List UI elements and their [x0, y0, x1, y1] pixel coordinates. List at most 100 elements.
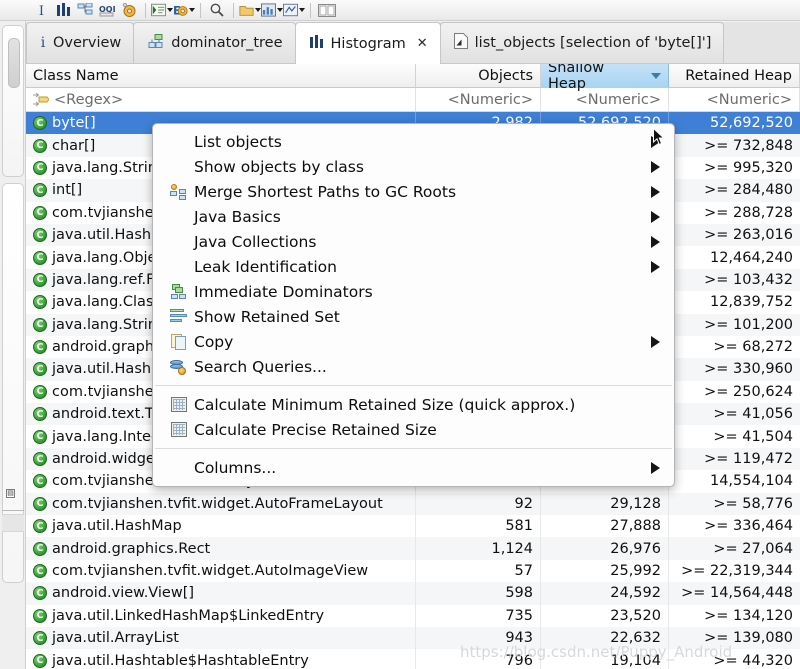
- filter-retained-heap[interactable]: <Numeric>: [669, 88, 800, 111]
- class-icon: C: [33, 384, 47, 399]
- tab-dominator-tree[interactable]: dominator_tree: [133, 22, 296, 63]
- cell-class-name: Cjava.util.LinkedHashMap$LinkedEntry: [26, 604, 416, 627]
- class-name-label: com.tvjianshen.tvfit.widget.AutoImageVie…: [52, 563, 369, 579]
- menu-item-java-collections[interactable]: Java Collections: [153, 229, 674, 254]
- table-row[interactable]: Candroid.graphics.Rect 1,124 26,976 >= 27,0…: [26, 537, 800, 560]
- class-icon: C: [33, 429, 47, 444]
- menu-item-show-objects-by-class[interactable]: Show objects by class: [153, 154, 674, 179]
- cell-retained-heap: 12,464,240: [709, 249, 793, 266]
- column-header-objects[interactable]: Objects: [416, 64, 541, 87]
- editor-tab-bar: i Overview dominator_tree Histogram ✕ li…: [26, 22, 800, 64]
- menu-item-label: Calculate Minimum Retained Size (quick a…: [194, 395, 576, 414]
- rail-strip: [2, 514, 24, 532]
- run-expert-system-icon[interactable]: E: [173, 1, 195, 20]
- menu-item-label: Leak Identification: [194, 257, 337, 276]
- class-icon: C: [33, 205, 47, 220]
- search-icon[interactable]: [206, 1, 228, 20]
- tab-histogram[interactable]: Histogram ✕: [294, 22, 441, 64]
- close-icon[interactable]: ✕: [417, 36, 428, 51]
- toolbar-separator: [233, 2, 234, 18]
- cell-retained-heap: >= 22,319,344: [681, 563, 793, 579]
- menu-separator: [155, 385, 672, 386]
- cell-retained-heap: 12,839,752: [709, 294, 793, 311]
- compare-panes-icon[interactable]: [316, 1, 338, 20]
- dominator-tree-icon[interactable]: [74, 1, 96, 20]
- submenu-arrow-icon: [651, 160, 660, 173]
- menu-item-columns[interactable]: Columns...: [153, 455, 674, 480]
- table-row[interactable]: Cjava.util.HashMap 581 27,888 >= 336,464: [26, 515, 800, 538]
- filter-class-name[interactable]: <Regex>: [26, 88, 416, 111]
- tab-label: Histogram: [330, 35, 406, 52]
- table-row[interactable]: Cjava.util.ArrayList 943 22,632 >= 139,080: [26, 626, 800, 650]
- table-row[interactable]: Candroid.view.View[] 598 24,592 >= 14,564,4…: [26, 582, 800, 605]
- class-name-label: java.util.HashMap: [52, 518, 182, 535]
- open-query-browser-icon[interactable]: [151, 1, 173, 20]
- context-menu[interactable]: List objects Show objects by class Merge S…: [152, 123, 675, 487]
- rail-scroll-handle[interactable]: [8, 38, 20, 88]
- class-name-label: android.graphics.Rect: [52, 540, 211, 557]
- class-name-label: android.view.View[]: [52, 585, 195, 602]
- submenu-arrow-icon: [651, 185, 660, 198]
- class-icon: C: [33, 362, 47, 377]
- menu-item-label: Show objects by class: [194, 157, 364, 176]
- histogram-icon[interactable]: [52, 1, 74, 20]
- cell-retained-heap: >= 68,272: [713, 339, 793, 356]
- menu-item-immediate-dominators[interactable]: Immediate Dominators: [153, 279, 674, 304]
- table-row[interactable]: Cjava.util.LinkedHashMap$LinkedEntry 735 2…: [26, 604, 800, 627]
- export-icon[interactable]: [283, 1, 305, 20]
- menu-item-copy[interactable]: Copy: [153, 329, 674, 354]
- oql-icon[interactable]: OQL: [96, 1, 118, 20]
- submenu-arrow-icon: [651, 235, 660, 248]
- filter-value: <Regex>: [54, 91, 124, 108]
- menu-item-label: Search Queries...: [194, 357, 327, 376]
- menu-item-java-basics[interactable]: Java Basics: [153, 204, 674, 229]
- submenu-arrow-icon: [651, 461, 660, 474]
- menu-item-show-retained-set[interactable]: Show Retained Set: [153, 304, 674, 329]
- immediate-dominators-icon: [169, 283, 188, 300]
- tab-overview[interactable]: i Overview: [26, 22, 135, 63]
- toolbar-group-export: [239, 1, 305, 20]
- cell-objects: 735: [416, 604, 541, 627]
- gear-icon[interactable]: [118, 1, 140, 20]
- chart-icon[interactable]: [261, 1, 283, 20]
- column-header-shallow-heap[interactable]: Shallow Heap: [541, 64, 669, 92]
- chevron-down-icon[interactable]: [299, 8, 305, 12]
- class-name-label: java.lang.String: [52, 159, 167, 176]
- cell-shallow-heap: 24,592: [541, 582, 669, 605]
- cell-class-name: Ccom.tvjianshen.tvfit.widget.AutoImageVi…: [26, 559, 416, 583]
- cell-retained-heap: >= 139,080: [704, 630, 793, 647]
- column-header-retained-heap[interactable]: Retained Heap: [669, 64, 800, 87]
- menu-item-calculate-precise-retained-size[interactable]: Calculate Precise Retained Size: [153, 417, 674, 442]
- column-header-class-name[interactable]: Class Name: [26, 64, 416, 87]
- folder-icon[interactable]: [239, 1, 261, 20]
- cell-class-name: Candroid.view.View[]: [26, 582, 416, 605]
- toolbar-separator: [200, 2, 201, 18]
- class-icon: C: [33, 138, 47, 153]
- cell-retained-heap: >= 44,320: [713, 652, 793, 669]
- menu-item-calculate-minimum-retained-size-quick-approx[interactable]: Calculate Minimum Retained Size (quick a…: [153, 392, 674, 417]
- class-icon: C: [33, 541, 47, 556]
- table-row[interactable]: Ccom.tvjianshen.tvfit.widget.AutoFrameLa…: [26, 492, 800, 516]
- menu-item-list-objects[interactable]: List objects: [153, 129, 674, 154]
- class-name-label: com.tvjianshen.tvfit.widget.AutoFrameLay…: [52, 495, 383, 512]
- rail-panel-top[interactable]: [2, 25, 24, 177]
- table-row[interactable]: Ccom.tvjianshen.tvfit.widget.AutoImageVi…: [26, 559, 800, 583]
- table-row[interactable]: Cjava.util.Hashtable$HashtableEntry 796 19…: [26, 649, 800, 669]
- cell-class-name: Cjava.util.ArrayList: [26, 626, 416, 650]
- filter-value: <Numeric>: [706, 91, 792, 108]
- class-icon: C: [33, 272, 47, 287]
- menu-item-merge-shortest-paths-to-gc-roots[interactable]: Merge Shortest Paths to GC Roots: [153, 179, 674, 204]
- filter-objects[interactable]: <Numeric>: [416, 88, 541, 111]
- menu-item-leak-identification[interactable]: Leak Identification: [153, 254, 674, 279]
- cell-retained-heap: >= 41,056: [713, 406, 793, 423]
- menu-item-search-queries[interactable]: Search Queries...: [153, 354, 674, 379]
- info-icon[interactable]: I: [30, 1, 52, 20]
- chevron-down-icon[interactable]: [189, 8, 195, 12]
- column-label: Objects: [478, 67, 533, 84]
- tab-list-objects[interactable]: list_objects [selection of 'byte[]']: [439, 22, 725, 63]
- minimize-panel-icon[interactable]: ▤: [6, 489, 15, 498]
- calculator-icon: [169, 422, 188, 437]
- tab-label: dominator_tree: [171, 35, 283, 51]
- retained-set-icon: [169, 309, 188, 324]
- class-icon: C: [33, 228, 47, 243]
